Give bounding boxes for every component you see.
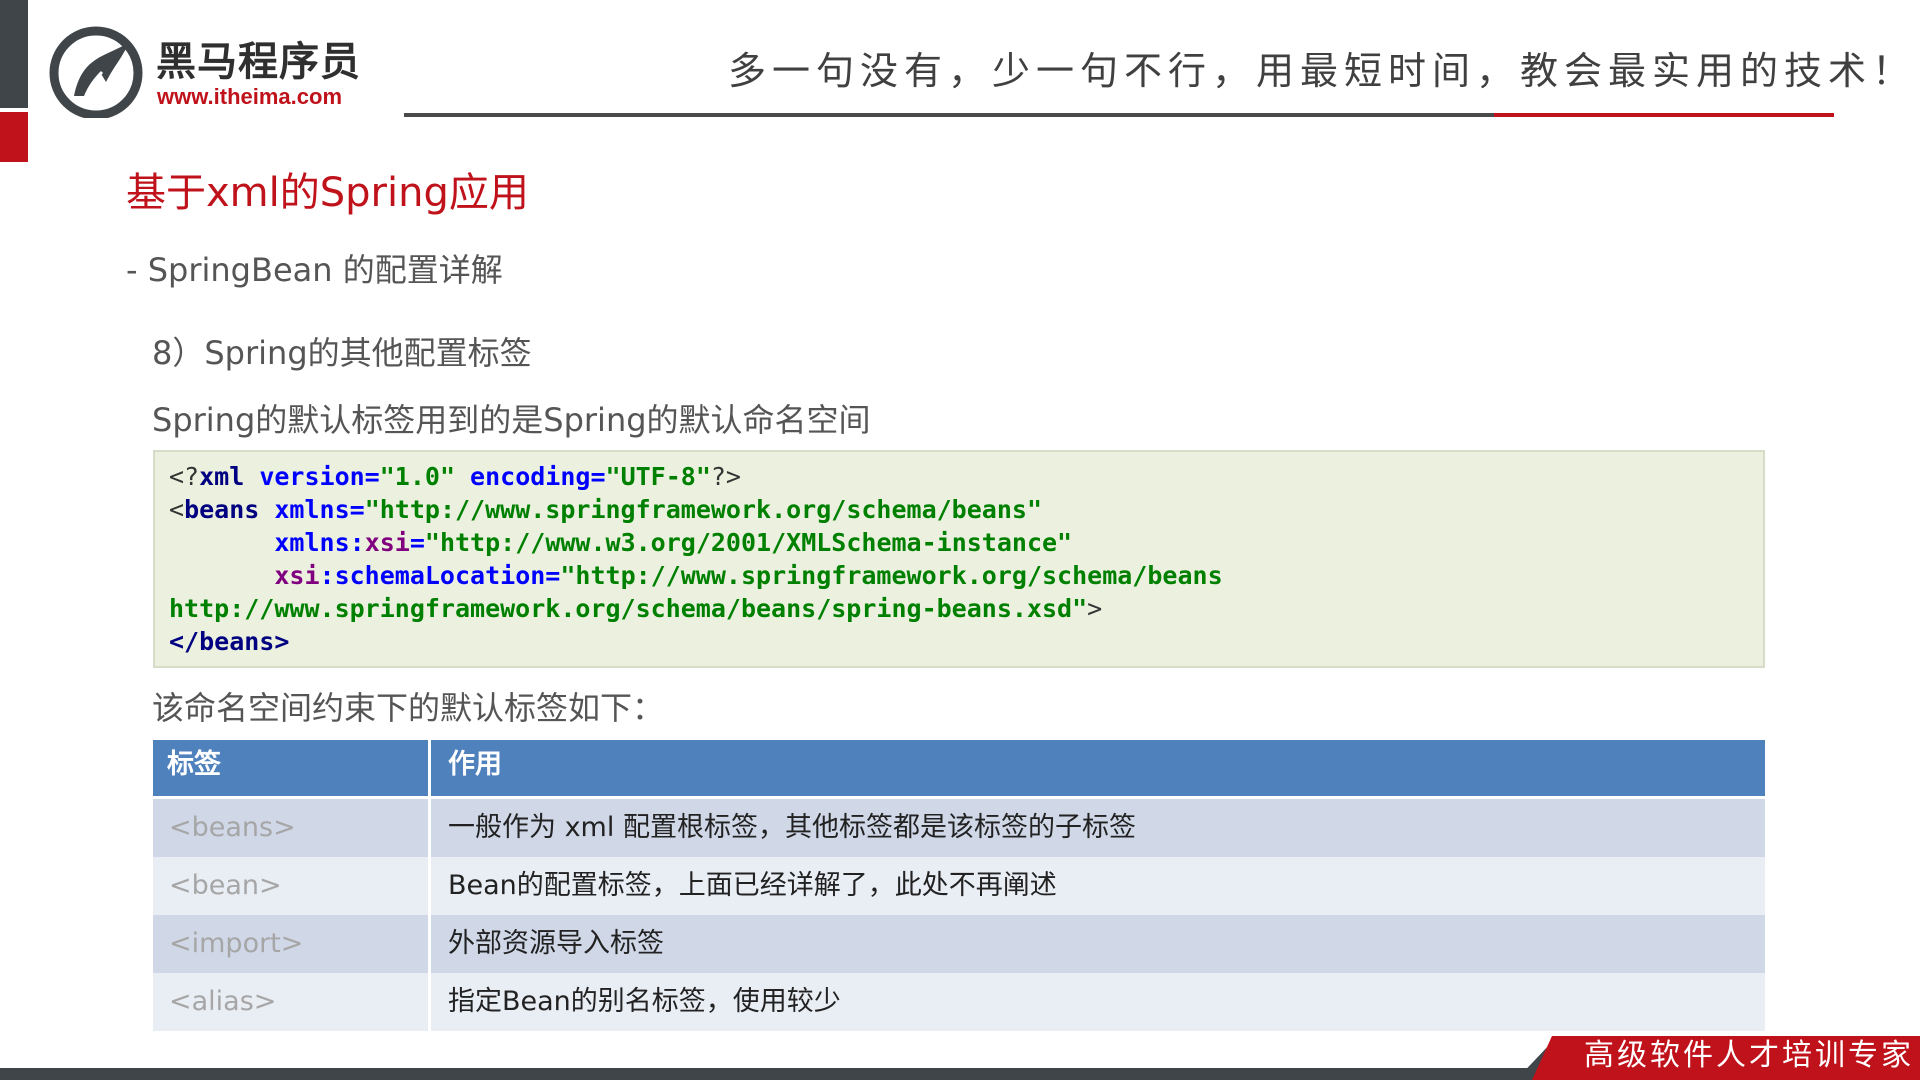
slide-title: 基于xml的Spring应用	[126, 170, 529, 216]
code-token: xmlns=	[259, 495, 365, 524]
code-token: =	[409, 528, 425, 557]
code-line: <beans xmlns="http://www.springframework…	[169, 493, 1042, 526]
table-row: <import> 外部资源导入标签	[153, 915, 1765, 973]
code-token: version=	[244, 462, 380, 491]
column-header-purpose: 作用	[448, 749, 502, 780]
code-token: http://www.springframework.org/schema/be…	[169, 594, 1088, 623]
column-header-tag: 标签	[153, 740, 431, 796]
table-cell-tag: <alias>	[153, 973, 431, 1031]
code-token: beans	[184, 495, 260, 524]
table-cell-tag: <beans>	[153, 799, 431, 857]
table-row: <bean> Bean的配置标签，上面已经详解了，此处不再阐述	[153, 857, 1765, 915]
slide-subtitle: - SpringBean 的配置详解	[126, 251, 503, 289]
code-line: <?xml version="1.0" encoding="UTF-8"?>	[169, 460, 741, 493]
code-token: :	[349, 528, 365, 557]
code-token: schemaLocation=	[334, 561, 561, 590]
code-token: <	[169, 495, 185, 524]
code-token: xml	[199, 462, 245, 491]
code-token: xsi	[274, 561, 320, 590]
table-caption: 该命名空间约束下的默认标签如下：	[152, 689, 665, 727]
header-divider-accent	[1494, 113, 1834, 117]
code-line: http://www.springframework.org/schema/be…	[169, 592, 1102, 625]
code-line: xsi:schemaLocation="http://www.springfra…	[169, 559, 1223, 592]
horse-logo-icon	[49, 26, 143, 118]
left-accent-red	[0, 112, 28, 162]
left-accent-bar	[0, 0, 28, 108]
tags-table: 标签 作用 <beans> 一般作为 xml 配置根标签，其他标签都是该标签的子…	[153, 740, 1765, 1031]
code-line: xmlns:xsi="http://www.w3.org/2001/XMLSch…	[169, 526, 1072, 559]
table-header: 标签 作用	[153, 740, 1765, 799]
brand-name: 黑马程序员	[156, 39, 361, 85]
code-token: </beans>	[169, 627, 290, 656]
header-slogan: 多一句没有，少一句不行，用最短时间，教会最实用的技术！	[728, 49, 1917, 93]
table-row: <beans> 一般作为 xml 配置根标签，其他标签都是该标签的子标签	[153, 799, 1765, 857]
code-token: "http://www.w3.org/2001/XMLSchema-instan…	[424, 528, 1073, 557]
table-cell-desc: 一般作为 xml 配置根标签，其他标签都是该标签的子标签	[448, 812, 1136, 843]
code-token: "http://www.springframework.org/schema/b…	[364, 495, 1042, 524]
code-token: xsi	[364, 528, 410, 557]
code-block: <?xml version="1.0" encoding="UTF-8"?> <…	[153, 450, 1765, 668]
code-line: </beans>	[169, 625, 289, 658]
table-cell-desc: Bean的配置标签，上面已经详解了，此处不再阐述	[448, 870, 1057, 901]
brand-url: www.itheima.com	[157, 84, 343, 109]
code-token: :	[319, 561, 335, 590]
section-heading: 8）Spring的其他配置标签	[152, 334, 532, 372]
code-token: "UTF-8"	[605, 462, 711, 491]
code-token: <?	[169, 462, 200, 491]
table-row: <alias> 指定Bean的别名标签，使用较少	[153, 973, 1765, 1031]
code-token: "1.0"	[379, 462, 455, 491]
code-token: xmlns	[274, 528, 350, 557]
table-cell-tag: <bean>	[153, 857, 431, 915]
footer-tagline: 高级软件人才培训专家	[1584, 1038, 1914, 1073]
code-token: ?>	[710, 462, 741, 491]
table-cell-tag: <import>	[153, 915, 431, 973]
intro-text: Spring的默认标签用到的是Spring的默认命名空间	[152, 401, 871, 439]
table-cell-desc: 外部资源导入标签	[448, 928, 664, 959]
code-token: >	[1087, 594, 1103, 623]
table-cell-desc: 指定Bean的别名标签，使用较少	[448, 986, 841, 1017]
header-divider	[404, 113, 1494, 117]
code-token: encoding=	[455, 462, 606, 491]
code-token: "http://www.springframework.org/schema/b…	[560, 561, 1223, 590]
